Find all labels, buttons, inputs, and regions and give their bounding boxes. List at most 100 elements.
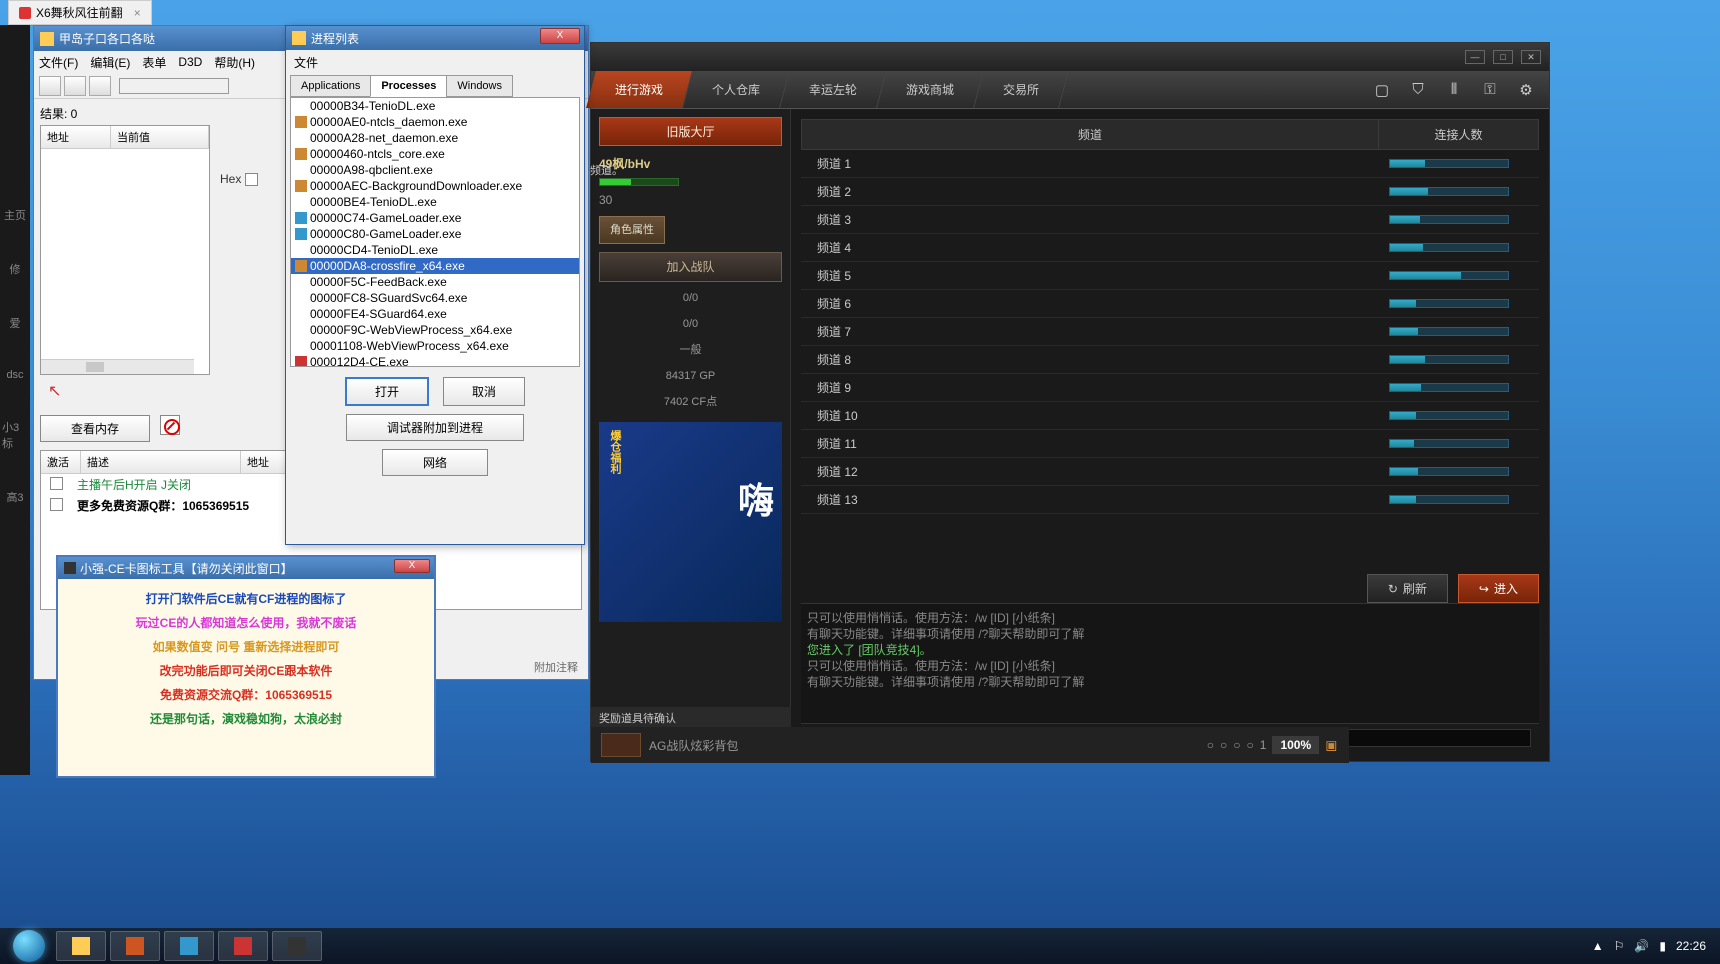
close-button[interactable]: ✕ (1521, 50, 1541, 64)
menu-table[interactable]: 表单 (142, 54, 166, 71)
flag-icon[interactable]: ⚐ (1614, 939, 1625, 953)
refresh-button[interactable]: ↻刷新 (1367, 574, 1448, 603)
shield-icon[interactable]: ⛉ (1409, 81, 1427, 99)
process-item[interactable]: 00000B34-TenioDL.exe (291, 98, 579, 114)
channel-row[interactable]: 频道 12 (801, 458, 1539, 486)
channel-row[interactable]: 频道 2 (801, 178, 1539, 206)
nav-play[interactable]: 进行游戏 (586, 71, 693, 108)
tab-close-icon[interactable]: × (134, 6, 141, 20)
key-icon[interactable]: ⚿ (1481, 81, 1499, 99)
channel-row[interactable]: 频道 9 (801, 374, 1539, 402)
process-item[interactable]: 00000DA8-crossfire_x64.exe (291, 258, 579, 274)
process-item[interactable]: 00000AEC-BackgroundDownloader.exe (291, 178, 579, 194)
attach-debugger-button[interactable]: 调试器附加到进程 (346, 414, 524, 441)
clock[interactable]: 22:26 (1676, 939, 1706, 953)
reward-pending-bar[interactable]: 奖励道具待确认 (591, 707, 791, 727)
gear-icon[interactable]: ⚙ (1517, 81, 1535, 99)
toolbar-open-icon[interactable] (39, 76, 61, 96)
close-button[interactable]: X (540, 28, 580, 44)
process-item[interactable]: 00000460-ntcls_core.exe (291, 146, 579, 162)
process-item[interactable]: 00001108-WebViewProcess_x64.exe (291, 338, 579, 354)
process-item[interactable]: 00000C80-GameLoader.exe (291, 226, 579, 242)
diamond-icon[interactable]: ◈ (1320, 733, 1345, 758)
task-app2[interactable] (164, 931, 214, 961)
task-ce[interactable] (218, 931, 268, 961)
proc-menu-file[interactable]: 文件 (286, 50, 584, 75)
process-item[interactable]: 00000BE4-TenioDL.exe (291, 194, 579, 210)
nav-lucky[interactable]: 幸运左轮 (780, 71, 887, 108)
col-desc[interactable]: 描述 (81, 451, 241, 473)
channel-row[interactable]: 频道 1 (801, 150, 1539, 178)
tray-up-icon[interactable]: ▲ (1592, 939, 1604, 953)
media-dot[interactable]: ○ (1233, 738, 1240, 752)
promo-banner[interactable]: 爆仓福利 嗨 (599, 422, 782, 622)
col-value[interactable]: 当前值 (111, 126, 209, 148)
network-button[interactable]: 网络 (382, 449, 488, 476)
volume-icon[interactable]: 🔊 (1634, 939, 1649, 953)
character-attr-button[interactable]: 角色属性 (599, 216, 665, 244)
channel-row[interactable]: 频道 10 (801, 402, 1539, 430)
nav-shop[interactable]: 游戏商城 (877, 71, 984, 108)
tab-processes[interactable]: Processes (370, 75, 447, 97)
item-thumb[interactable] (601, 733, 641, 757)
strip-item[interactable]: 主页 (2, 205, 28, 225)
task-explorer[interactable] (56, 931, 106, 961)
process-item[interactable]: 00000FC8-SGuardSvc64.exe (291, 290, 579, 306)
strip-item[interactable]: 爱 (8, 313, 23, 333)
channel-row[interactable]: 频道 5 (801, 262, 1539, 290)
process-item[interactable]: 00000F9C-WebViewProcess_x64.exe (291, 322, 579, 338)
task-app1[interactable] (110, 931, 160, 961)
menu-edit[interactable]: 编辑(E) (90, 54, 130, 71)
network-icon[interactable]: ▮ (1659, 939, 1666, 953)
media-dot[interactable]: ○ (1220, 738, 1227, 752)
process-item[interactable]: 00000FE4-SGuard64.exe (291, 306, 579, 322)
process-item[interactable]: 00000CD4-TenioDL.exe (291, 242, 579, 258)
channel-row[interactable]: 频道 6 (801, 290, 1539, 318)
channel-row[interactable]: 频道 4 (801, 234, 1539, 262)
nav-inventory[interactable]: 个人仓库 (683, 71, 790, 108)
toolbar-process-icon[interactable] (89, 76, 111, 96)
row-checkbox[interactable] (50, 498, 63, 511)
process-item[interactable]: 000012D4-CE.exe (291, 354, 579, 367)
channel-row[interactable]: 频道 13 (801, 486, 1539, 514)
maximize-button[interactable]: □ (1493, 50, 1513, 64)
menu-file[interactable]: 文件(F) (39, 54, 78, 71)
channel-row[interactable]: 频道 8 (801, 346, 1539, 374)
channel-row[interactable]: 频道 11 (801, 430, 1539, 458)
horizontal-scrollbar[interactable] (41, 359, 194, 374)
enter-button[interactable]: ↪进入 (1458, 574, 1539, 603)
media-dot[interactable]: ○ (1207, 738, 1214, 752)
task-tool[interactable] (272, 931, 322, 961)
process-item[interactable]: 00000AE0-ntcls_daemon.exe (291, 114, 579, 130)
tab-applications[interactable]: Applications (290, 75, 371, 97)
media-dot[interactable]: ○ (1247, 738, 1254, 752)
channel-row[interactable]: 频道 3 (801, 206, 1539, 234)
strip-item[interactable]: 修 (8, 259, 23, 279)
stop-icon[interactable] (160, 415, 180, 435)
channel-row[interactable]: 频道 7 (801, 318, 1539, 346)
menu-help[interactable]: 帮助(H) (214, 54, 255, 71)
toolbar-save-icon[interactable] (64, 76, 86, 96)
join-clan-button[interactable]: 加入战队 (599, 252, 782, 282)
tab-windows[interactable]: Windows (446, 75, 513, 97)
process-item[interactable]: 00000F5C-FeedBack.exe (291, 274, 579, 290)
row-checkbox[interactable] (50, 477, 63, 490)
process-item[interactable]: 00000A98-qbclient.exe (291, 162, 579, 178)
menu-d3d[interactable]: D3D (178, 55, 202, 69)
start-button[interactable] (6, 930, 52, 962)
close-button[interactable]: X (394, 559, 430, 573)
zoom-label[interactable]: 100% (1272, 736, 1319, 754)
proc-titlebar[interactable]: 进程列表 X (286, 26, 584, 50)
tv-icon[interactable]: ▢ (1373, 81, 1391, 99)
cancel-button[interactable]: 取消 (443, 377, 525, 406)
process-listbox[interactable]: 00000B34-TenioDL.exe00000AE0-ntcls_daemo… (290, 97, 580, 367)
col-address[interactable]: 地址 (41, 126, 111, 148)
bars-icon[interactable]: ⦀ (1445, 81, 1463, 99)
ce-results-list[interactable]: 地址 当前值 (40, 125, 210, 375)
process-item[interactable]: 00000A28-net_daemon.exe (291, 130, 579, 146)
strip-item[interactable]: 高3 (4, 487, 25, 507)
channel-list[interactable]: 频道 1 频道 2 频道 3 频道 4 频道 5 频道 6 频道 7 频道 8 … (801, 150, 1539, 566)
browser-tab[interactable]: X6舞秋风往前翻 × (8, 0, 152, 25)
nav-trade[interactable]: 交易所 (974, 71, 1069, 108)
instr-titlebar[interactable]: 小强-CE卡图标工具【请勿关闭此窗口】 X (58, 557, 434, 579)
